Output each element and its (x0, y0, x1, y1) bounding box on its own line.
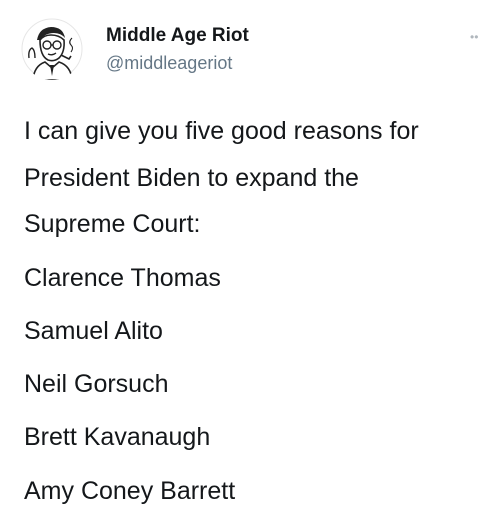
avatar[interactable] (21, 18, 83, 80)
reason-item: Clarence Thomas (24, 264, 221, 292)
cartoon-man-portrait-icon (21, 18, 83, 80)
tweet-text-line: I can give you five good reasons for (24, 117, 419, 145)
reason-item: Amy Coney Barrett (24, 477, 236, 505)
more-dots-icon[interactable]: •• (470, 30, 478, 44)
tweet-text-line: Supreme Court: (24, 210, 201, 238)
reason-item: Brett Kavanaugh (24, 423, 211, 451)
reason-item: Samuel Alito (24, 317, 163, 345)
tweet-card: Middle Age Riot @middleageriot •• I can … (0, 0, 489, 525)
author-display-name[interactable]: Middle Age Riot (106, 25, 249, 47)
reason-item: Neil Gorsuch (24, 370, 169, 398)
tweet-text-line: President Biden to expand the (24, 164, 359, 192)
author-handle[interactable]: @middleageriot (106, 53, 232, 74)
